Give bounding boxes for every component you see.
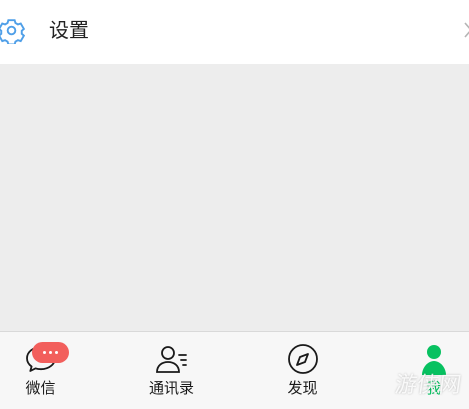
compass-icon <box>287 344 318 374</box>
tab-me[interactable]: 我 <box>375 332 469 409</box>
content-area <box>0 64 469 331</box>
wechat-screen: 设置 微信 通讯录 发现 我 游侠网 <box>0 0 469 409</box>
tab-contacts[interactable]: 通讯录 <box>113 332 230 409</box>
tab-label-chats: 微信 <box>25 379 56 397</box>
ellipsis-icon <box>43 351 46 354</box>
tab-chats[interactable]: 微信 <box>0 332 99 409</box>
gear-icon <box>0 19 25 44</box>
tab-label-contacts: 通讯录 <box>148 379 194 397</box>
unread-badge <box>32 342 69 363</box>
tab-label-me: 我 <box>425 379 441 397</box>
bottom-tab-bar: 微信 通讯录 发现 我 游侠网 <box>0 331 469 409</box>
tab-label-discover: 发现 <box>287 379 318 397</box>
chevron-right-icon <box>464 22 469 38</box>
person-icon <box>421 345 446 375</box>
tab-discover[interactable]: 发现 <box>244 332 361 409</box>
settings-row[interactable]: 设置 <box>0 0 469 64</box>
contacts-icon <box>155 346 187 373</box>
settings-label: 设置 <box>49 18 89 42</box>
